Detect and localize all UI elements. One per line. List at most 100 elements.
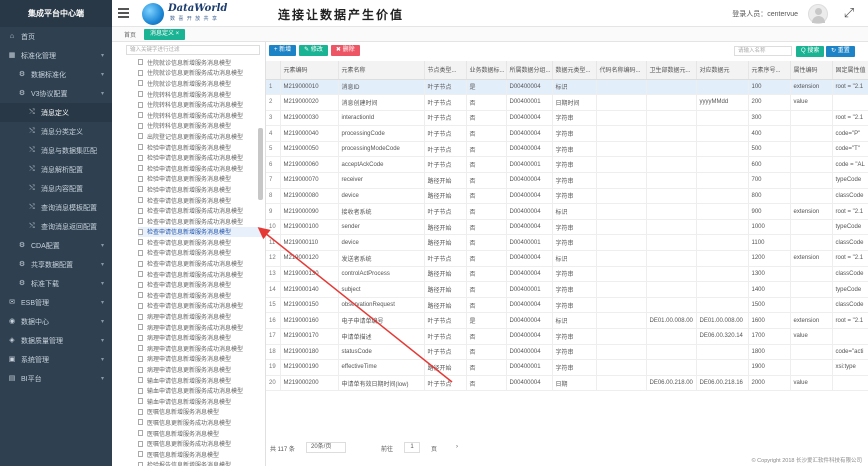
tree-node[interactable]: 住院转科信息新增服务成功消息模型: [138, 110, 262, 121]
page-size-select[interactable]: 20条/页: [306, 442, 346, 453]
table-row[interactable]: 5 M219000050 processingModeCode 叶子节点否 D00400…: [266, 141, 868, 158]
sidebar-item-5[interactable]: ⤭ 消息分类定义: [0, 122, 112, 141]
table-row[interactable]: 11 M219000110 device 路径开始否 D00400001 字符串 1100 c…: [266, 234, 868, 252]
tab-home[interactable]: 首页: [124, 30, 136, 39]
tree-node[interactable]: 住院转科信息新增服务消息模型: [138, 89, 262, 100]
sidebar-item-16[interactable]: ◈ 数据质量管理 ▾: [0, 331, 112, 350]
sidebar-item-11[interactable]: ⚙ CDA配置 ▾: [0, 236, 112, 255]
table-row[interactable]: 7 M219000070 receiver 路径开始否 D00400004 字符串 700 t…: [266, 172, 868, 189]
tab-message-definition[interactable]: 消息定义 ×: [144, 29, 186, 40]
column-header[interactable]: 代码名称编码...: [596, 61, 647, 80]
tree-node[interactable]: 病理申请信息新增服务消息模型: [138, 311, 262, 322]
column-header[interactable]: 元素编码: [280, 61, 339, 80]
page-number-input[interactable]: 1: [404, 442, 420, 453]
table-row[interactable]: 8 M219000080 device 路径开始否 D00400004 字符串 800 cla…: [266, 188, 868, 205]
table-row[interactable]: 1 M219000010 消息ID 叶子节点是 D00400004 标识 100 extens…: [266, 79, 868, 96]
column-header[interactable]: 固定属性值: [832, 61, 868, 80]
sidebar-item-7[interactable]: ⤭ 消息解析配置: [0, 160, 112, 179]
table-row[interactable]: 15 M219000150 observationRequest 路径开始否 D0040…: [266, 297, 868, 314]
tree-node[interactable]: 检验申请信息新增服务消息模型: [138, 142, 262, 153]
sidebar-item-2[interactable]: ⚙ 数据标准化 ▾: [0, 65, 112, 84]
sidebar-item-1[interactable]: ▦ 标准化管理 ▾: [0, 46, 112, 65]
reset-button[interactable]: ↻ 重置: [826, 46, 855, 57]
tree-node[interactable]: 检验报告信息新增服务消息模型: [138, 460, 262, 466]
tree-node[interactable]: 检查申请信息新增服务成功消息模型: [138, 205, 262, 216]
table-row[interactable]: 2 M219000020 消息创建时间 叶子节点否 D00400001 日期时间 yyyyM…: [266, 94, 868, 111]
table-row[interactable]: 18 M219000180 statusCode 叶子节点否 D00400004 字符串 1…: [266, 344, 868, 361]
tree-node[interactable]: 医嘱信息新增服务消息模型: [138, 449, 262, 460]
table-row[interactable]: 9 M219000090 接收者系统 叶子节点否 D00400004 标识 900 exten…: [266, 203, 868, 220]
column-header[interactable]: 元素序号...: [748, 61, 791, 80]
column-header[interactable]: 数据元类型...: [552, 61, 597, 80]
table-row[interactable]: 12 M219000120 发送者系统 叶子节点否 D00400004 标识 1200 ext…: [266, 250, 868, 267]
column-header[interactable]: 节点类型...: [424, 61, 467, 80]
column-header[interactable]: 属性编码: [790, 61, 833, 80]
sidebar-item-12[interactable]: ⚙ 共享数据配置 ▾: [0, 255, 112, 274]
column-header[interactable]: 卫生部数据元...: [646, 61, 697, 80]
column-header[interactable]: 对应数据元: [696, 61, 749, 80]
tree-node[interactable]: 医嘱信息新增服务消息模型: [138, 428, 262, 439]
tree-node[interactable]: 输血申请信息更新服务成功消息模型: [138, 385, 262, 396]
tree-node[interactable]: 出院登记信息更新服务成功消息模型: [138, 131, 262, 142]
tree-node[interactable]: 住院就诊信息新增服务消息模型: [138, 57, 262, 68]
column-header[interactable]: 所属数据分组...: [506, 61, 553, 80]
tree-node[interactable]: 住院就诊信息新增服务消息模型: [138, 78, 262, 89]
menu-toggle-icon[interactable]: [118, 8, 129, 18]
tree-node[interactable]: 输血申请信息新增服务消息模型: [138, 375, 262, 386]
table-row[interactable]: 10 M219000100 sender 路径开始否 D00400004 字符串 1000 t…: [266, 219, 868, 236]
table-row[interactable]: 13 M219000130 controlActProcess 路径开始否 D00400…: [266, 266, 868, 283]
table-row[interactable]: 4 M219000040 processingCode 叶子节点否 D00400004 字…: [266, 125, 868, 142]
tree-node[interactable]: 病理申请信息新增服务消息模型: [138, 332, 262, 343]
tree-node[interactable]: 医嘱信息更新服务成功消息模型: [138, 438, 262, 449]
tree-node[interactable]: 检查申请信息更新服务成功消息模型: [138, 301, 262, 312]
name-search-input[interactable]: 请输入名称: [734, 46, 792, 56]
sidebar-item-10[interactable]: ⤭ 查询消息返回配置: [0, 217, 112, 236]
sidebar-item-4[interactable]: ⤭ 消息定义: [0, 103, 112, 122]
tree-node[interactable]: 住院转科信息更新服务成功消息模型: [138, 99, 262, 110]
tree-node[interactable]: 检查申请信息更新服务成功消息模型: [138, 258, 262, 269]
sidebar-item-18[interactable]: ▤ BI平台 ▾: [0, 369, 112, 388]
tree-node[interactable]: 检查申请信息更新服务消息模型: [138, 195, 262, 206]
tree-filter-input[interactable]: 输入关键字进行过滤: [126, 45, 260, 55]
tree-node[interactable]: 医嘱信息新增服务消息模型: [138, 407, 262, 418]
table-row[interactable]: 14 M219000140 subject 路径开始否 D00400001 字符串 1400…: [266, 281, 868, 298]
fullscreen-icon[interactable]: ⤢: [842, 6, 856, 20]
column-header[interactable]: [266, 61, 281, 80]
tree-node[interactable]: 检查申请信息更新服务成功消息模型: [138, 216, 262, 227]
next-page-button[interactable]: ›: [456, 444, 458, 450]
edit-button[interactable]: ✎ 修改: [299, 45, 328, 56]
table-row[interactable]: 16 M219000160 电子申请单编号 叶子节点是 D00400004 标识 DE01.…: [266, 312, 868, 329]
tree-node[interactable]: 检查申请信息更新服务消息模型: [138, 279, 262, 290]
column-header[interactable]: 业务数据标...: [466, 61, 507, 80]
tree-node[interactable]: 输血申请信息新增服务消息模型: [138, 396, 262, 407]
tree-node[interactable]: 检查申请信息新增服务消息模型: [138, 248, 262, 259]
table-row[interactable]: 20 M219000200 申请单有效日期时间(low) 叶子节点否 D00400004…: [266, 375, 868, 392]
sidebar-item-9[interactable]: ⤭ 查询消息模板配置: [0, 198, 112, 217]
sidebar-item-3[interactable]: ⚙ V3协议配置 ▾: [0, 84, 112, 103]
tree-node[interactable]: 病理申请信息新增服务消息模型: [138, 354, 262, 365]
tree-node[interactable]: 住院转科信息更新服务消息模型: [138, 121, 262, 132]
sidebar-item-17[interactable]: ▣ 系统管理 ▾: [0, 350, 112, 369]
tree-node[interactable]: 病理申请信息更新服务成功消息模型: [138, 343, 262, 354]
table-row[interactable]: 19 M219000190 effectiveTime 路径开始否 D00400001 字…: [266, 359, 868, 376]
delete-button[interactable]: ✖ 删除: [330, 45, 360, 56]
table-row[interactable]: 3 M219000030 interactionId 叶子节点否 D00400004 字符…: [266, 110, 868, 127]
tree-node[interactable]: 检验申请信息新增服务消息模型: [138, 184, 262, 195]
sidebar-item-0[interactable]: ⌂ 首页: [0, 27, 112, 46]
sidebar-item-13[interactable]: ⚙ 标准下载 ▾: [0, 274, 112, 293]
sidebar-item-6[interactable]: ⤭ 消息与数据集匹配: [0, 141, 112, 160]
table-row[interactable]: 17 M219000170 申请单描述 叶子节点否 D00400004 字符串 DE06.0…: [266, 328, 868, 345]
table-row[interactable]: 6 M219000060 acceptAckCode 叶子节点否 D00400001 字符…: [266, 156, 868, 174]
tree-node[interactable]: 检验申请信息新增服务成功消息模型: [138, 163, 262, 174]
tree-node[interactable]: 病理申请信息更新服务成功消息模型: [138, 322, 262, 333]
tree-node[interactable]: 医嘱信息更新服务成功消息模型: [138, 417, 262, 428]
sidebar-item-14[interactable]: ✉ ESB管理 ▾: [0, 293, 112, 312]
tree-scrollbar[interactable]: [258, 128, 263, 200]
avatar[interactable]: [808, 4, 828, 24]
tree-node[interactable]: 检查申请信息新增服务消息模型: [138, 290, 262, 301]
tree-node[interactable]: 检验申请信息更新服务消息模型: [138, 174, 262, 185]
tree-node[interactable]: 检查申请信息更新服务消息模型: [138, 237, 262, 248]
column-header[interactable]: 元素名称: [338, 61, 425, 80]
add-button[interactable]: + 新增: [269, 45, 297, 56]
search-button[interactable]: Q 搜索: [796, 46, 825, 57]
